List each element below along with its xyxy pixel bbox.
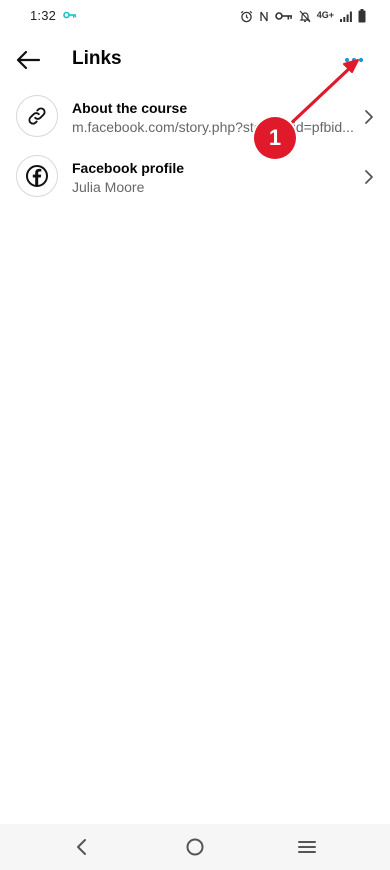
nav-back-button[interactable]: [68, 834, 96, 860]
link-texts: About the course m.facebook.com/story.ph…: [72, 99, 358, 137]
facebook-icon: [26, 165, 48, 187]
chevron-right-icon: [365, 170, 373, 184]
link-texts: Facebook profile Julia Moore: [72, 159, 358, 197]
nav-menu-button[interactable]: [293, 834, 321, 860]
network-type: 4G+: [316, 10, 334, 20]
link-icon-container: [16, 95, 58, 137]
battery-icon: [358, 9, 366, 23]
nfc-icon: [260, 11, 268, 21]
back-button[interactable]: [12, 46, 44, 74]
header: Links: [0, 38, 390, 82]
vpn-key-icon: [274, 12, 292, 20]
link-subtitle: Julia Moore: [72, 179, 145, 195]
link-item-facebook-profile[interactable]: Facebook profile Julia Moore: [0, 150, 390, 208]
nav-home-icon: [186, 838, 204, 856]
link-title: About the course: [72, 100, 188, 116]
status-time: 1:32: [30, 8, 57, 23]
status-bar: 1:32 4G+: [0, 0, 390, 32]
status-icons: 4G+: [240, 7, 366, 25]
chevron-right-icon: [365, 110, 373, 124]
nav-menu-icon: [298, 841, 316, 853]
screen: 1:32 4G+ Links About the course m.facebo…: [0, 0, 390, 870]
nav-back-icon: [77, 839, 86, 855]
more-dots-icon: [344, 57, 364, 63]
link-url: m.facebook.com/story.php?story_fbid=pfbi…: [72, 119, 354, 135]
more-options-button[interactable]: [340, 46, 368, 74]
link-icon: [28, 107, 46, 125]
system-nav-bar: [0, 824, 390, 870]
facebook-icon-container: [16, 155, 58, 197]
link-title: Facebook profile: [72, 160, 185, 176]
key-icon: [63, 11, 77, 19]
mute-bell-icon: [299, 10, 311, 22]
links-list: About the course m.facebook.com/story.ph…: [0, 90, 390, 210]
link-item-about-course[interactable]: About the course m.facebook.com/story.ph…: [0, 90, 390, 148]
alarm-icon: [240, 10, 252, 22]
signal-icon: [340, 11, 352, 22]
arrow-left-icon: [16, 50, 41, 70]
page-title: Links: [72, 48, 122, 69]
nav-home-button[interactable]: [181, 834, 209, 860]
annotation-badge: 1: [254, 117, 296, 159]
